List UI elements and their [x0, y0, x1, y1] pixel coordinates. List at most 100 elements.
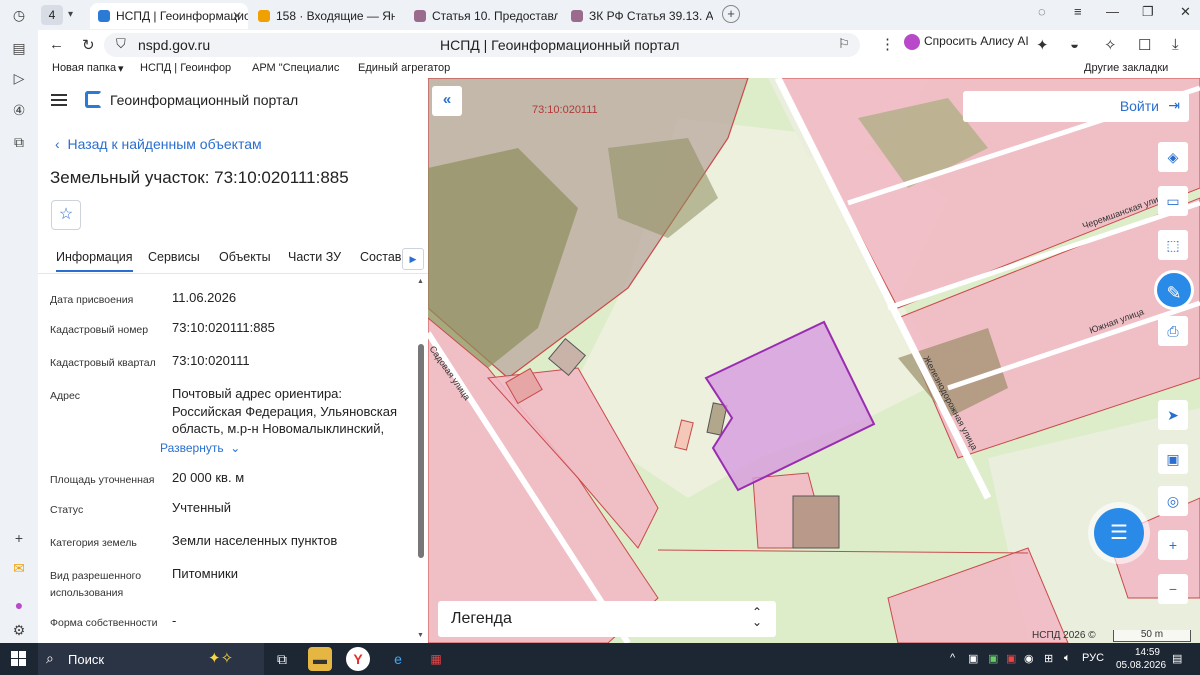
- measure-button[interactable]: ▭: [1158, 186, 1188, 216]
- tab-nspd[interactable]: НСПД | Геоинформацио ✕: [90, 3, 248, 29]
- info-tabs: Информация Сервисы Объекты Части ЗУ Сост…: [38, 248, 428, 274]
- field-label: Форма собственности: [50, 617, 158, 629]
- tab-objects[interactable]: Объекты: [219, 250, 271, 264]
- field-value: Питомники: [172, 566, 238, 581]
- taskbar-search[interactable]: ⌕ Поиск ✦✧: [38, 643, 264, 675]
- login-button[interactable]: Войти ⇥: [963, 91, 1189, 122]
- legend-bar[interactable]: Легенда ⌃ ⌄: [438, 601, 776, 637]
- close-window-button[interactable]: ✕: [1180, 4, 1191, 20]
- url-field[interactable]: ⛉ nspd.gov.ru НСПД | Геоинформационный п…: [104, 33, 860, 57]
- clock[interactable]: 14:59 05.08.2026: [1116, 646, 1166, 672]
- bookmark-folder[interactable]: Новая папка: [52, 62, 116, 74]
- field-label: Кадастровый квартал: [50, 357, 156, 369]
- active-tool-button[interactable]: ✎: [1154, 270, 1194, 310]
- settings-icon[interactable]: ⚙: [9, 620, 29, 640]
- portal-logo-icon: [85, 91, 102, 108]
- tab-mail[interactable]: 158 · Входящие — Яндекс: [250, 3, 395, 29]
- add-icon[interactable]: +: [9, 528, 29, 548]
- tab-information[interactable]: Информация: [56, 250, 133, 272]
- layers-button[interactable]: ◈: [1158, 142, 1188, 172]
- screenshot-icon[interactable]: ⧉: [9, 132, 29, 152]
- login-icon: ⇥: [1168, 97, 1180, 113]
- yandex-browser-icon[interactable]: Y: [346, 647, 370, 671]
- new-tab-button[interactable]: +: [722, 5, 740, 23]
- tab-count-icon[interactable]: ④: [9, 100, 29, 120]
- more-icon[interactable]: ⋮: [880, 35, 895, 53]
- map-canvas[interactable]: [428, 78, 1200, 643]
- bookmark-nspd[interactable]: НСПД | Геоинфор: [140, 62, 240, 74]
- edge-icon[interactable]: e: [386, 647, 410, 671]
- field-value: -: [172, 613, 177, 628]
- bookmark-aggregator[interactable]: Единый агрегатор: [358, 62, 458, 74]
- chevron-down-icon[interactable]: ▾: [118, 62, 124, 75]
- tab-zk-article[interactable]: ЗК РФ Статья 39.13. Аукц: [563, 3, 713, 29]
- locate-button[interactable]: ➤: [1158, 400, 1188, 430]
- chat-button[interactable]: ☰: [1094, 508, 1144, 558]
- zoom-out-button[interactable]: −: [1158, 574, 1188, 604]
- shield-icon[interactable]: ⛉: [116, 36, 126, 52]
- favorite-star-button[interactable]: ☆: [51, 200, 81, 230]
- task-view-icon[interactable]: ⧉: [270, 647, 294, 671]
- scale-bar: 50 m: [1113, 630, 1191, 642]
- alice-icon[interactable]: ●: [9, 595, 29, 615]
- bookmark-arm[interactable]: АРМ "Специалис: [252, 62, 352, 74]
- language-indicator[interactable]: РУС: [1082, 652, 1104, 664]
- tray-chevron-icon[interactable]: ^: [950, 652, 955, 664]
- area-select-button[interactable]: ⬚: [1158, 230, 1188, 260]
- collapse-panel-button[interactable]: «: [432, 86, 462, 116]
- expand-legend-icon[interactable]: ⌃ ⌄: [752, 606, 762, 628]
- basemap-button[interactable]: ▣: [1158, 444, 1188, 474]
- tray-app-icon[interactable]: ▣: [968, 652, 978, 665]
- menu-icon[interactable]: [51, 94, 67, 109]
- url-text[interactable]: nspd.gov.ru: [138, 37, 210, 53]
- menu-icon[interactable]: ≡: [1074, 4, 1082, 19]
- minimize-button[interactable]: —: [1106, 4, 1119, 19]
- hat-icon[interactable]: ◒: [1070, 36, 1079, 53]
- back-to-results-link[interactable]: ‹ Назад к найденным объектам: [55, 136, 262, 152]
- field-value: Почтовый адрес ориентира: Российская Фед…: [172, 386, 397, 436]
- reload-icon[interactable]: ↻: [82, 36, 95, 54]
- mail-icon[interactable]: ✉: [9, 558, 29, 578]
- bookmark-icon[interactable]: ⚐: [838, 36, 850, 52]
- collections-icon[interactable]: ▤: [9, 38, 29, 58]
- tabs-dropdown-icon[interactable]: ▾: [68, 5, 73, 25]
- back-arrow-icon[interactable]: ←: [49, 36, 64, 53]
- tab-composition[interactable]: Состав: [360, 250, 401, 264]
- history-icon[interactable]: ◷: [9, 5, 29, 25]
- building: [792, 495, 840, 549]
- volume-icon[interactable]: 🔈︎: [1064, 652, 1071, 665]
- sparkle-icon: ✦✧: [208, 650, 234, 667]
- maximize-button[interactable]: ❐: [1142, 4, 1154, 20]
- scroll-down-icon[interactable]: ▼: [417, 632, 424, 639]
- tabs-next-icon[interactable]: ▶: [402, 248, 424, 270]
- panel-scrollbar[interactable]: ▲ ▼: [417, 278, 424, 642]
- search-location-button[interactable]: ◎: [1158, 486, 1188, 516]
- file-explorer-icon[interactable]: ▬: [308, 647, 332, 671]
- close-tab-icon[interactable]: ✕: [232, 3, 242, 29]
- ask-alice-button[interactable]: Спросить Алису AI: [904, 34, 1029, 50]
- notifications-icon[interactable]: ▤: [1172, 652, 1182, 665]
- tray-app-icon[interactable]: ◉: [1024, 652, 1034, 665]
- expand-address-link[interactable]: Развернуть ⌄: [160, 441, 240, 455]
- tab-parts[interactable]: Части ЗУ: [288, 250, 341, 264]
- scroll-thumb[interactable]: [418, 344, 424, 558]
- puzzle-icon[interactable]: ✧: [1104, 36, 1117, 54]
- protect-icon[interactable]: ◌: [1038, 4, 1046, 19]
- tray-app-icon[interactable]: ▣: [988, 652, 998, 665]
- tab-counter[interactable]: 4: [41, 5, 63, 25]
- download-icon[interactable]: ⤓: [1172, 36, 1179, 53]
- app-grid-icon[interactable]: ▦: [424, 647, 448, 671]
- tray-app-icon[interactable]: ⊞: [1044, 652, 1053, 665]
- tab-services[interactable]: Сервисы: [148, 250, 200, 264]
- extension-icon[interactable]: ✦: [1036, 36, 1049, 54]
- chat-icon[interactable]: ☐: [1138, 36, 1151, 54]
- tab-article10[interactable]: Статья 10. Предоставлен: [406, 3, 558, 29]
- scroll-up-icon[interactable]: ▲: [417, 278, 424, 285]
- play-icon[interactable]: ▷: [9, 68, 29, 88]
- tray-app-icon[interactable]: ▣: [1006, 652, 1016, 665]
- cadastral-map[interactable]: 73:10:020111 Черемшанская улица Южная ул…: [428, 78, 1200, 643]
- windows-start-icon[interactable]: [11, 651, 26, 666]
- print-button[interactable]: ⎙: [1158, 316, 1188, 346]
- other-bookmarks[interactable]: Другие закладки: [1084, 62, 1168, 74]
- zoom-in-button[interactable]: +: [1158, 530, 1188, 560]
